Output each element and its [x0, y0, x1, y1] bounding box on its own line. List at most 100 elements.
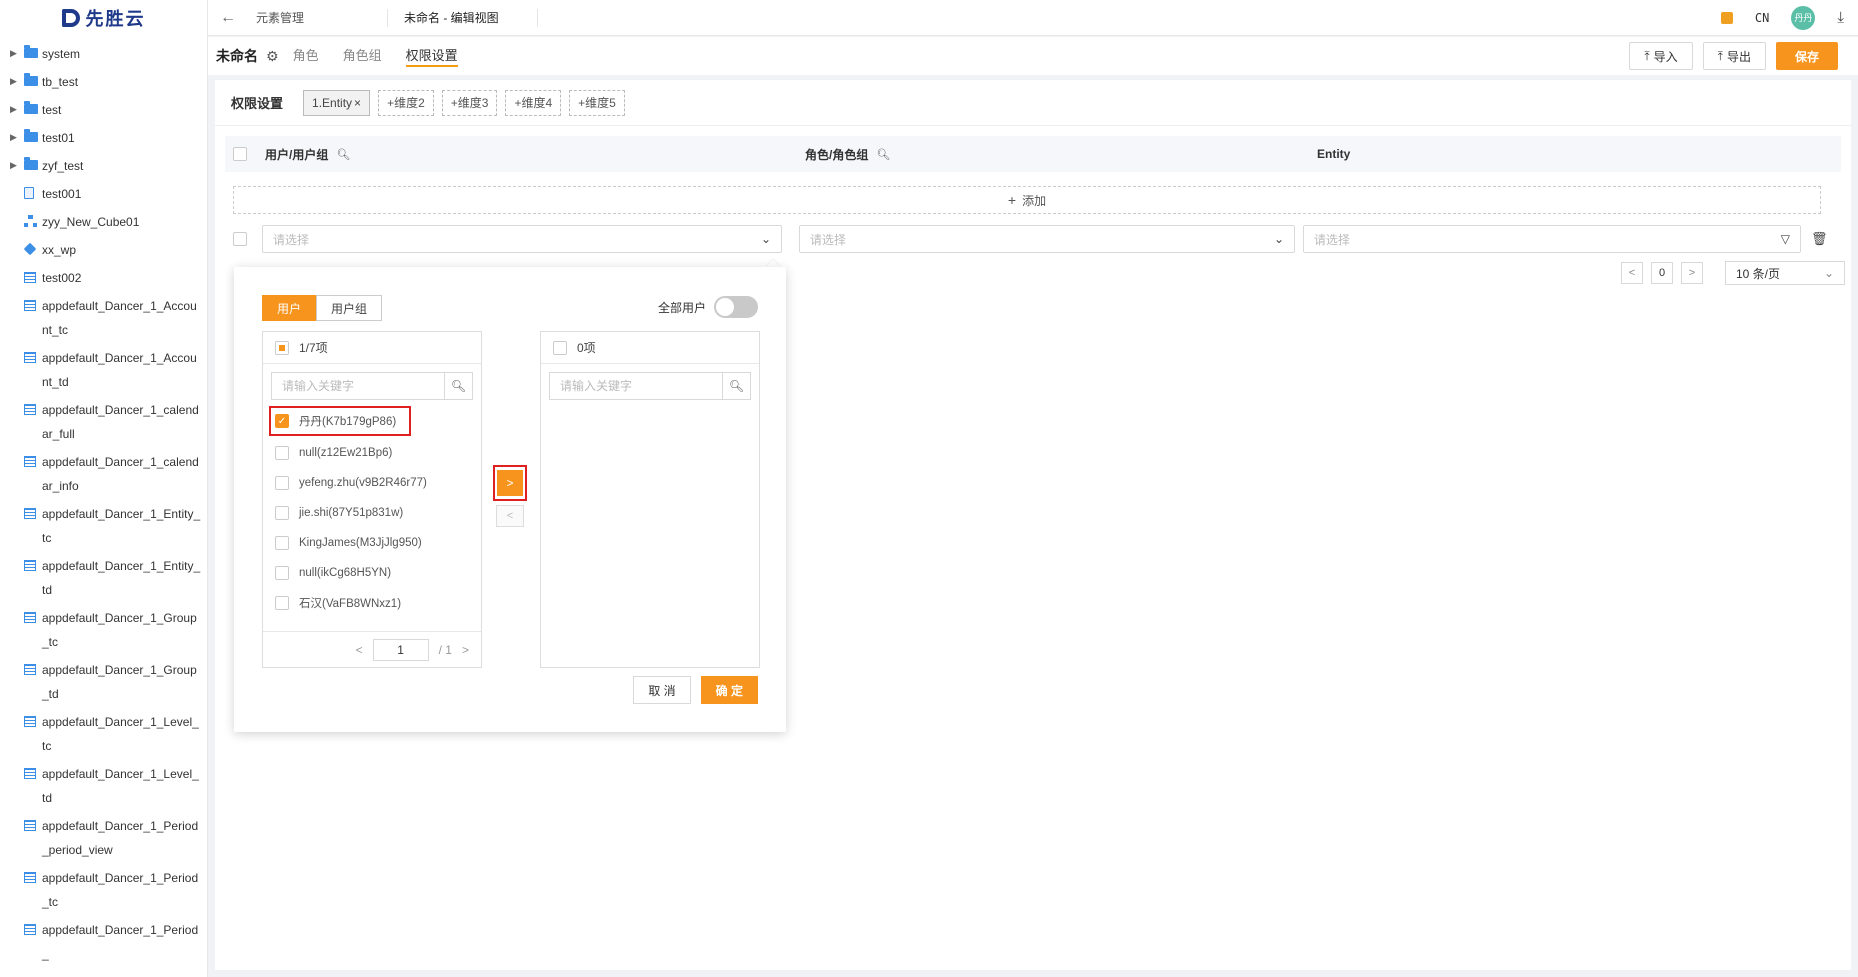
caret-right-icon[interactable]: ▶	[10, 68, 24, 94]
export-button[interactable]: ⤒ 导出	[1702, 42, 1766, 70]
entity-select[interactable]: 请选择 ▽	[1303, 225, 1801, 253]
sidebar-item[interactable]: appdefault_Dancer_1_Entity_tc	[0, 500, 207, 552]
next-page-icon[interactable]: >	[462, 643, 469, 657]
tab-users[interactable]: 用户	[262, 295, 317, 321]
transfer-left-button[interactable]: <	[496, 505, 524, 527]
item-checkbox[interactable]	[275, 566, 289, 580]
download-icon[interactable]: ⤓	[1837, 9, 1844, 26]
sidebar-item[interactable]: appdefault_Dancer_1_Level_td	[0, 760, 207, 812]
next-page-button[interactable]: >	[1681, 262, 1703, 284]
add-dimension-2-button[interactable]: +维度2	[378, 89, 434, 116]
sidebar-item[interactable]: ▶ system	[0, 40, 207, 68]
sidebar-item[interactable]: ▶ zyf_test	[0, 152, 207, 180]
language-switch[interactable]: CN	[1755, 11, 1769, 25]
plus-icon: +	[1007, 192, 1017, 208]
sidebar-item[interactable]: appdefault_Dancer_1_Level_tc	[0, 708, 207, 760]
page-size-select[interactable]: 10 条/页 ⌄	[1725, 261, 1845, 285]
sidebar-item[interactable]: appdefault_Dancer_1_Account_td	[0, 344, 207, 396]
prev-page-button[interactable]: <	[1621, 262, 1643, 284]
list-item[interactable]: yefeng.zhu(v9B2R46r77)	[263, 468, 481, 498]
list-item[interactable]: 石汉(VaFB8WNxz1)	[263, 588, 481, 618]
item-checkbox[interactable]	[275, 596, 289, 610]
item-checkbox[interactable]	[275, 506, 289, 520]
gear-icon[interactable]: ⚙	[266, 48, 279, 65]
back-arrow-icon[interactable]: ←	[208, 9, 248, 27]
tab-user-groups[interactable]: 用户组	[316, 295, 383, 321]
folder-icon	[24, 124, 42, 150]
sidebar-item[interactable]: appdefault_Dancer_1_Period_tc	[0, 864, 207, 916]
sidebar-item[interactable]: test001	[0, 180, 207, 208]
list-item-label: yefeng.zhu(v9B2R46r77)	[299, 477, 427, 489]
list-item[interactable]: KingJames(M3JjJlg950)	[263, 528, 481, 558]
sidebar-item-label: xx_wp	[42, 243, 77, 257]
page-number[interactable]: 0	[1651, 262, 1673, 284]
tab-role-group[interactable]: 角色组	[343, 37, 382, 75]
page-input[interactable]: 1	[372, 638, 429, 661]
tab-role[interactable]: 角色	[293, 37, 319, 75]
caret-right-icon[interactable]: ▶	[10, 152, 24, 178]
transfer-right-button[interactable]: >	[497, 470, 523, 496]
avatar[interactable]: 丹丹	[1791, 5, 1816, 30]
caret-right-icon[interactable]: ▶	[10, 96, 24, 122]
tab-edit-view[interactable]: 未命名 - 编辑视图	[388, 8, 538, 27]
target-search-input[interactable]	[550, 373, 722, 399]
search-icon[interactable]: 🔍︎	[876, 148, 890, 161]
source-select-all-checkbox[interactable]	[275, 340, 289, 355]
sidebar-item[interactable]: appdefault_Dancer_1_Group_td	[0, 656, 207, 708]
sidebar-item-label: appdefault_Dancer_1_Level_td	[42, 767, 199, 805]
sidebar-item[interactable]: appdefault_Dancer_1_Entity_td	[0, 552, 207, 604]
import-button[interactable]: ⤒ 导入	[1629, 42, 1693, 70]
sidebar-item-label: appdefault_Dancer_1_Entity_td	[42, 559, 201, 597]
item-checkbox[interactable]	[275, 446, 289, 460]
sidebar-item[interactable]: ▶ tb_test	[0, 68, 207, 96]
search-icon[interactable]: 🔍︎	[336, 148, 350, 161]
sidebar-item[interactable]: appdefault_Dancer_1_calendar_full	[0, 396, 207, 448]
add-dimension-4-button[interactable]: +维度4	[505, 89, 562, 116]
prev-page-icon[interactable]: <	[356, 643, 363, 657]
list-item[interactable]: null(z12Ew21Bp6)	[263, 438, 481, 468]
sidebar-item[interactable]: zyy_New_Cube01	[0, 208, 207, 236]
sidebar-item[interactable]: appdefault_Dancer_1_calendar_info	[0, 448, 207, 500]
table-icon	[24, 292, 42, 318]
list-item-label: KingJames(M3JjJlg950)	[299, 537, 422, 549]
caret-right-icon[interactable]: ▶	[10, 124, 24, 150]
list-item[interactable]: jie.shi(87Y51p831w)	[263, 498, 481, 528]
sidebar-item[interactable]: appdefault_Dancer_1_Period_	[0, 916, 207, 968]
save-button[interactable]: 保存	[1775, 42, 1838, 70]
source-search-input[interactable]	[272, 373, 444, 399]
all-users-toggle[interactable]	[714, 296, 758, 318]
sidebar-item[interactable]: xx_wp	[0, 236, 207, 264]
dimension-chip-entity[interactable]: 1.Entity ×	[303, 89, 371, 116]
role-select[interactable]: 请选择 ⌄	[799, 225, 1295, 253]
add-row-button[interactable]: + 添加	[233, 186, 1821, 214]
sidebar-item[interactable]: test002	[0, 264, 207, 292]
search-icon[interactable]: 🔍︎	[444, 373, 472, 399]
item-checkbox[interactable]	[275, 536, 289, 550]
select-all-checkbox[interactable]	[233, 147, 247, 161]
caret-right-icon[interactable]: ▶	[10, 40, 24, 66]
item-checkbox[interactable]	[275, 476, 289, 490]
cancel-button[interactable]: 取 消	[633, 676, 691, 704]
bag-icon[interactable]	[1720, 11, 1733, 24]
list-item[interactable]: ✓ 丹丹(K7b179gP86)	[269, 406, 411, 436]
table-icon	[24, 552, 42, 578]
tab-element-management[interactable]: 元素管理	[248, 8, 388, 27]
delete-icon[interactable]: 🗑︎	[1811, 231, 1828, 247]
user-select[interactable]: 请选择 ⌄	[262, 225, 782, 253]
sidebar-item[interactable]: appdefault_Dancer_1_Group_tc	[0, 604, 207, 656]
sidebar-item[interactable]: appdefault_Dancer_1_Account_tc	[0, 292, 207, 344]
sidebar-item[interactable]: ▶ test01	[0, 124, 207, 152]
filter-icon[interactable]: ▽	[1781, 232, 1790, 246]
search-icon[interactable]: 🔍︎	[722, 373, 750, 399]
tab-permission-settings[interactable]: 权限设置	[405, 37, 458, 75]
target-select-all-checkbox[interactable]	[553, 340, 567, 355]
sidebar-item[interactable]: ▶ test	[0, 96, 207, 124]
checked-checkbox[interactable]: ✓	[275, 414, 289, 428]
list-item[interactable]: null(ikCg68H5YN)	[263, 558, 481, 588]
confirm-button[interactable]: 确 定	[700, 676, 758, 704]
row-checkbox[interactable]	[233, 232, 247, 246]
add-dimension-3-button[interactable]: +维度3	[441, 89, 498, 116]
add-dimension-5-button[interactable]: +维度5	[569, 89, 625, 116]
sidebar-item[interactable]: appdefault_Dancer_1_Period_period_view	[0, 812, 207, 864]
close-icon[interactable]: ×	[354, 96, 361, 110]
